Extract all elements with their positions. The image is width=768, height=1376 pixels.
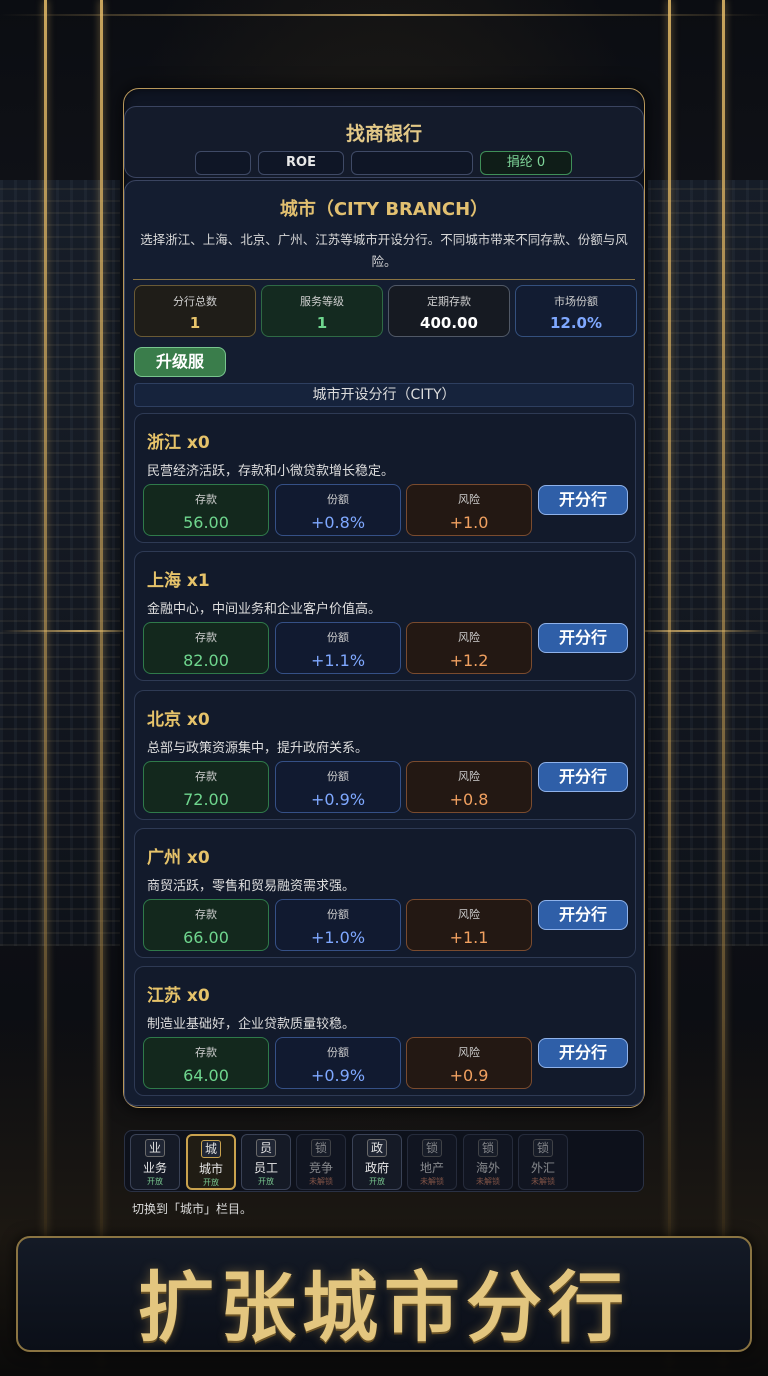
divider [133,279,635,280]
share-metric: 份额 +0.8% [275,484,401,536]
city-description: 总部与政策资源集中，提升政府关系。 [147,741,369,756]
risk-metric: 风险 +0.8 [406,761,532,813]
stat-label: 服务等级 [300,295,344,308]
tab-business[interactable]: 业 业务 开放 [130,1134,180,1190]
light-pillar [722,0,725,1376]
share-metric: 份额 +1.0% [275,899,401,951]
risk-metric: 风险 +0.9 [406,1037,532,1089]
donation-pill: 捐纶 0 [480,151,572,175]
deposit-metric: 存款 82.00 [143,622,269,674]
city-name: 广州 x0 [147,848,210,868]
tab-city[interactable]: 城 城市 开放 [186,1134,236,1190]
tab-forex[interactable]: 锁 外汇 未解锁 [518,1134,568,1190]
bank-header: 找商银行 ROE 捐纶 0 [124,106,644,178]
risk-metric: 风险 +1.0 [406,484,532,536]
tab-government[interactable]: 政 政府 开放 [352,1134,402,1190]
government-icon: 政 [367,1139,387,1157]
tab-overseas[interactable]: 锁 海外 未解锁 [463,1134,513,1190]
city-description: 金融中心，中间业务和企业客户价值高。 [147,602,382,617]
deposit-metric: 存款 66.00 [143,899,269,951]
open-branch-button[interactable]: 开分行 [538,623,628,653]
deposit-metric: 存款 64.00 [143,1037,269,1089]
stat-label: 市场份额 [554,295,598,308]
city-list-header: 城市开设分行（CITY） [134,383,634,407]
nav-hint: 切换到「城市」栏目。 [132,1202,253,1216]
city-card-beijing: 北京 x0 总部与政策资源集中，提升政府关系。 存款 72.00 份额 +0.9% … [134,690,636,820]
city-description: 商贸活跃，零售和贸易融资需求强。 [147,879,356,894]
light-pillar [44,0,47,1376]
deposit-metric: 存款 72.00 [143,761,269,813]
section-description: 选择浙江、上海、北京、广州、江苏等城市开设分行。不同城市带来不同存款、份额与风险… [140,232,628,269]
open-branch-button[interactable]: 开分行 [538,900,628,930]
risk-metric: 风险 +1.2 [406,622,532,674]
city-icon: 城 [201,1140,221,1158]
risk-metric: 风险 +1.1 [406,899,532,951]
city-name: 上海 x1 [147,571,210,591]
open-branch-button[interactable]: 开分行 [538,1038,628,1068]
bottom-nav: 业 业务 开放 城 城市 开放 员 员工 开放 锁 竞争 未解锁 政 政府 开放… [124,1130,644,1192]
lock-icon: 锁 [478,1139,498,1157]
lock-icon: 锁 [422,1139,442,1157]
light-pillar [100,0,103,1376]
tab-real-estate[interactable]: 锁 地产 未解锁 [407,1134,457,1190]
section-title: 城市（CITY BRANCH） [279,199,489,220]
skyline-left [0,180,120,946]
stat-market-share: 市场份额 12.0% [515,285,637,337]
city-card-shanghai: 上海 x1 金融中心，中间业务和企业客户价值高。 存款 82.00 份额 +1.1%… [134,551,636,681]
city-name: 北京 x0 [147,710,210,730]
city-name: 浙江 x0 [147,433,210,453]
city-name: 江苏 x0 [147,986,210,1006]
stat-time-deposit: 定期存款 400.00 [388,285,510,337]
lock-icon: 锁 [533,1139,553,1157]
stat-label: 分行总数 [173,295,217,308]
tab-staff[interactable]: 员 员工 开放 [241,1134,291,1190]
upgrade-service-button[interactable]: 升级服 [134,347,226,377]
stat-service-level: 服务等级 1 [261,285,383,337]
skyline-right [648,180,768,946]
bank-name: 找商银行 [345,123,422,145]
light-pillar [668,0,671,1376]
staff-icon: 员 [256,1139,276,1157]
city-card-zhejiang: 浙江 x0 民营经济活跃，存款和小微贷款增长稳定。 存款 56.00 份额 +0.8… [134,413,636,543]
open-branch-button[interactable]: 开分行 [538,762,628,792]
stat-value: 1 [316,314,328,332]
city-description: 民营经济活跃，存款和小微贷款增长稳定。 [147,464,395,479]
city-card-guangzhou: 广州 x0 商贸活跃，零售和贸易融资需求强。 存款 66.00 份额 +1.0% 风… [134,828,636,958]
share-metric: 份额 +0.9% [275,1037,401,1089]
stat-label: 定期存款 [427,295,471,308]
banner-title: 扩张城市分行 [138,1263,630,1352]
business-icon: 业 [145,1139,165,1157]
city-card-jiangsu: 江苏 x0 制造业基础好，企业贷款质量较稳。 存款 64.00 份额 +0.9% 风… [134,966,636,1096]
lock-icon: 锁 [311,1139,331,1157]
city-description: 制造业基础好，企业贷款质量较稳。 [147,1017,356,1032]
roe-pill: ROE [258,151,344,175]
city-section: 城市（CITY BRANCH） 选择浙江、上海、北京、广州、江苏等城市开设分行。… [124,180,644,1106]
share-metric: 份额 +1.1% [275,622,401,674]
stat-value: 400.00 [420,314,478,332]
header-pill-empty [195,151,251,175]
open-branch-button[interactable]: 开分行 [538,485,628,515]
tab-competition[interactable]: 锁 竞争 未解锁 [296,1134,346,1190]
share-metric: 份额 +0.9% [275,761,401,813]
ceiling-beam [0,14,768,16]
deposit-metric: 存款 56.00 [143,484,269,536]
header-pill-empty [351,151,473,175]
stat-branch-count: 分行总数 1 [134,285,256,337]
stat-value: 12.0% [549,314,603,332]
stat-value: 1 [189,314,201,332]
title-banner: 扩张城市分行 [16,1236,752,1352]
